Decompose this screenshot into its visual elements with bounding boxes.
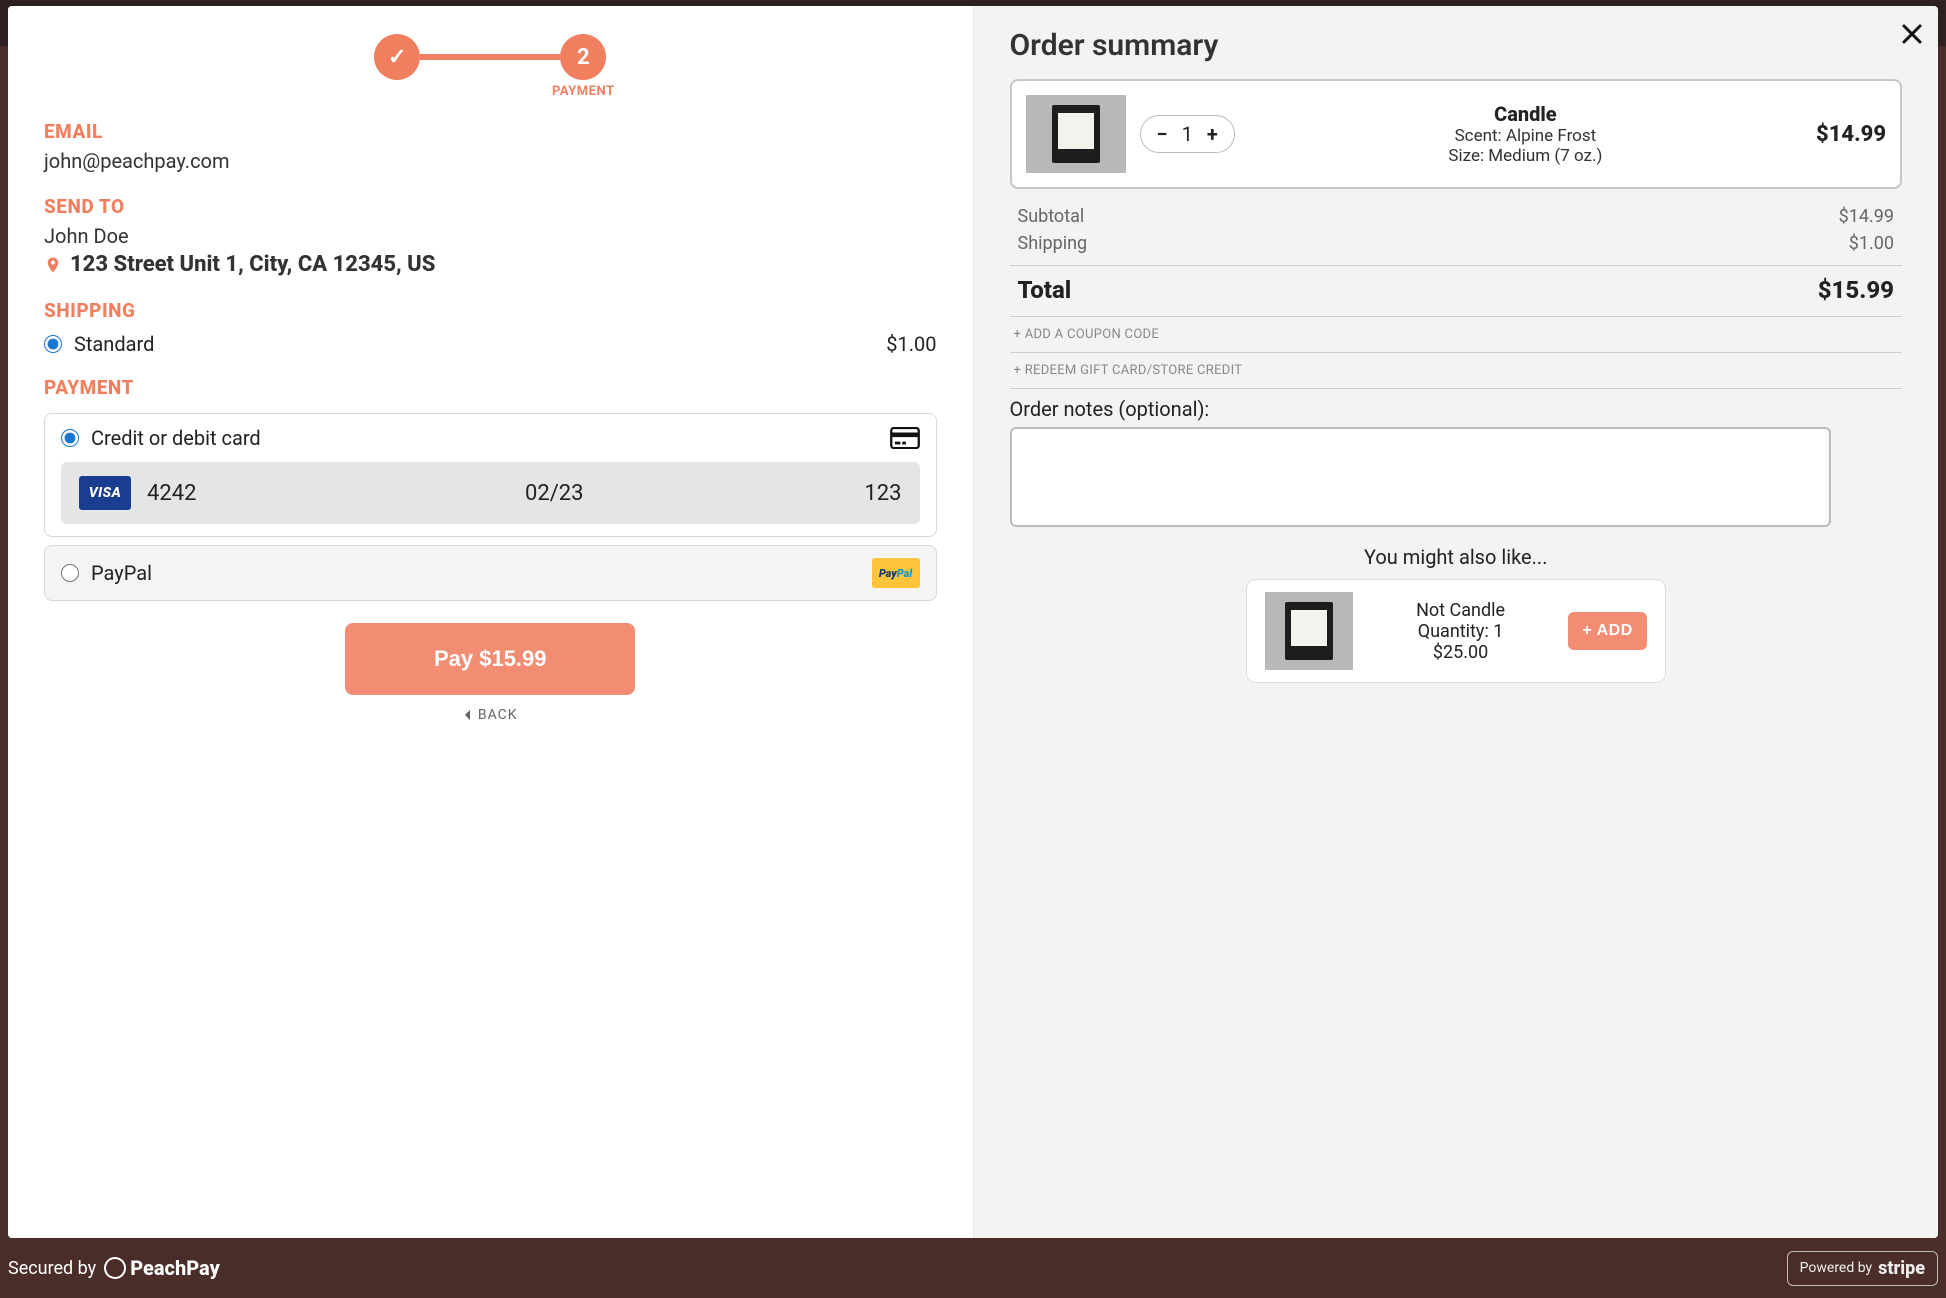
item-price: $14.99	[1816, 122, 1886, 147]
upsell-card: Not Candle Quantity: 1 $25.00 + ADD	[1246, 579, 1666, 683]
shipping-label: Shipping	[1018, 233, 1088, 254]
email-heading: EMAIL	[44, 120, 937, 143]
summary-title: Order summary	[1010, 28, 1903, 63]
subtotal-label: Subtotal	[1018, 206, 1085, 227]
secured-by-text: Secured by	[8, 1258, 96, 1279]
subtotal-value: $14.99	[1839, 206, 1894, 227]
cart-item: − 1 + Candle Scent: Alpine Frost Size: M…	[1010, 79, 1903, 189]
close-button[interactable]	[1902, 18, 1922, 51]
paypal-brand-b: Pal	[897, 567, 912, 580]
payment-heading: PAYMENT	[44, 376, 937, 399]
upsell-qty: Quantity: 1	[1371, 621, 1551, 642]
upsell-thumbnail	[1265, 592, 1353, 670]
progress-step-2-num: 2	[577, 45, 590, 70]
payment-radio-card[interactable]	[61, 429, 79, 447]
shipping-heading: SHIPPING	[44, 299, 937, 322]
qty-decrease-button[interactable]: −	[1157, 122, 1168, 146]
upsell-name: Not Candle	[1371, 600, 1551, 621]
checkout-modal: 2 PAYMENT EMAIL john@peachpay.com SEND T…	[8, 6, 1938, 1238]
quantity-stepper: − 1 +	[1140, 115, 1235, 153]
add-coupon-link[interactable]: + ADD A COUPON CODE	[1010, 316, 1903, 352]
qty-increase-button[interactable]: +	[1207, 122, 1218, 146]
sendto-address: 123 Street Unit 1, City, CA 12345, US	[70, 252, 435, 277]
paypal-badge-icon: PayPal	[872, 558, 920, 588]
peachpay-brand: PeachPay	[130, 1256, 220, 1280]
progress-step-2-current: 2 PAYMENT	[560, 34, 606, 80]
card-number-field[interactable]: 4242	[147, 481, 307, 506]
card-cvc-field[interactable]: 123	[802, 481, 902, 506]
credit-card-icon	[890, 427, 920, 449]
peachpay-logo: PeachPay	[104, 1256, 220, 1280]
chevron-left-icon	[463, 709, 472, 721]
paypal-brand-a: Pay	[879, 567, 897, 580]
progress-bar	[420, 54, 560, 60]
sendto-heading: SEND TO	[44, 195, 937, 218]
upsell-add-button[interactable]: + ADD	[1568, 612, 1646, 650]
email-value: john@peachpay.com	[44, 149, 937, 173]
qty-value: 1	[1182, 122, 1193, 146]
map-pin-icon	[44, 253, 62, 277]
totals-block: Subtotal $14.99 Shipping $1.00 Total $15…	[1010, 203, 1903, 306]
payment-card-label: Credit or debit card	[91, 426, 261, 450]
powered-by-stripe-badge: Powered by stripe	[1787, 1251, 1938, 1286]
payment-option-paypal[interactable]: PayPal PayPal	[44, 545, 937, 601]
item-name: Candle	[1494, 102, 1557, 126]
progress-step-2-label: PAYMENT	[552, 84, 615, 99]
card-input-row[interactable]: VISA 4242 02/23 123	[61, 462, 920, 524]
shipping-option-price: $1.00	[886, 332, 936, 356]
stripe-brand: stripe	[1878, 1258, 1925, 1279]
total-value: $15.99	[1818, 276, 1894, 304]
sendto-address-line: 123 Street Unit 1, City, CA 12345, US	[44, 252, 937, 277]
item-scent: Scent: Alpine Frost	[1455, 126, 1597, 146]
order-summary-panel: Order summary − 1 + Candle Scent: Alpine…	[974, 6, 1939, 1238]
total-label: Total	[1018, 276, 1072, 304]
card-expiry-field[interactable]: 02/23	[323, 481, 786, 506]
upsell-title: You might also like...	[1010, 545, 1903, 569]
secured-by-block: Secured by PeachPay	[8, 1256, 220, 1280]
shipping-value: $1.00	[1849, 233, 1894, 254]
checkout-progress: 2 PAYMENT	[44, 34, 937, 80]
redeem-giftcard-link[interactable]: + REDEEM GIFT CARD/STORE CREDIT	[1010, 352, 1903, 388]
powered-by-text: Powered by	[1800, 1260, 1873, 1276]
shipping-radio-standard[interactable]	[44, 335, 62, 353]
sendto-name: John Doe	[44, 224, 937, 248]
upsell-price: $25.00	[1371, 642, 1551, 663]
payment-radio-paypal[interactable]	[61, 564, 79, 582]
item-size: Size: Medium (7 oz.)	[1448, 146, 1602, 166]
shipping-option-label: Standard	[74, 332, 154, 356]
order-notes-input[interactable]	[1010, 427, 1831, 527]
product-thumbnail	[1026, 95, 1126, 173]
peach-icon	[102, 1255, 129, 1282]
back-button[interactable]: BACK	[463, 707, 518, 723]
card-brand-badge: VISA	[79, 476, 131, 510]
modal-footer: Secured by PeachPay Powered by stripe	[8, 1248, 1938, 1288]
back-label: BACK	[478, 707, 518, 723]
close-icon	[1902, 24, 1922, 44]
checkout-form-panel: 2 PAYMENT EMAIL john@peachpay.com SEND T…	[8, 6, 974, 1238]
progress-step-1-done	[374, 34, 420, 80]
payment-option-card[interactable]: Credit or debit card VISA 4242 02/23 123	[44, 413, 937, 537]
order-notes-label: Order notes (optional):	[1010, 397, 1903, 421]
payment-paypal-label: PayPal	[91, 561, 152, 585]
shipping-option-row[interactable]: Standard $1.00	[44, 332, 937, 356]
pay-button[interactable]: Pay $15.99	[345, 623, 635, 695]
